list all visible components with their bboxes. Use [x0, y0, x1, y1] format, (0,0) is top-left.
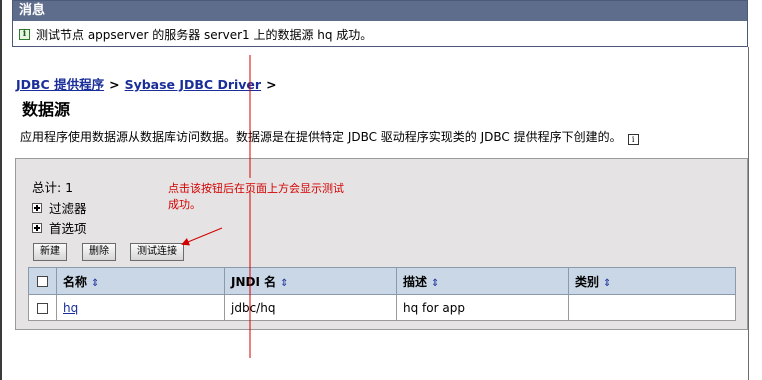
plus-icon [32, 222, 42, 233]
sort-icon[interactable]: ⇕ [603, 278, 611, 289]
right-border [748, 47, 749, 380]
preferences-label: 首选项 [49, 221, 87, 236]
help-icon[interactable]: i [627, 134, 639, 145]
datasource-table: 名称 ⇕ JNDI 名 ⇕ 描述 ⇕ 类别 ⇕ hq jdbc/hq hq for ap… [28, 267, 736, 321]
message-box: 消息 i 测试节点 appserver 的服务器 server1 上的数据源 h… [12, 0, 748, 47]
page-title: 数据源 [22, 100, 71, 119]
left-border [0, 0, 2, 380]
sort-icon[interactable]: ⇕ [431, 278, 439, 289]
column-label: 描述 [403, 274, 428, 289]
row-select-cell [28, 294, 57, 321]
breadcrumb-sybase-driver[interactable]: Sybase JDBC Driver [125, 77, 262, 92]
test-connection-button[interactable]: 测试连接 [130, 243, 184, 261]
datasource-link[interactable]: hq [63, 301, 78, 315]
table-header-row: 名称 ⇕ JNDI 名 ⇕ 描述 ⇕ 类别 ⇕ [28, 267, 736, 295]
select-all-header [28, 267, 57, 295]
preferences-expander[interactable]: 首选项 [32, 218, 87, 237]
sort-icon[interactable]: ⇕ [280, 278, 288, 289]
message-text: 测试节点 appserver 的服务器 server1 上的数据源 hq 成功。 [36, 27, 373, 42]
row-checkbox[interactable] [37, 302, 48, 314]
breadcrumb: JDBC 提供程序 > Sybase JDBC Driver > [16, 74, 282, 93]
column-label: JNDI 名 [231, 274, 277, 289]
annotation-line-1: 点击该按钮后在页面上方会显示测试 [168, 182, 344, 195]
category-cell [568, 294, 736, 321]
jndi-cell: jdbc/hq [224, 294, 397, 321]
sort-icon[interactable]: ⇕ [91, 278, 99, 289]
delete-button[interactable]: 删除 [82, 243, 116, 261]
breadcrumb-separator: > [266, 77, 277, 92]
plus-icon [32, 202, 42, 213]
table-row: hq jdbc/hq hq for app [28, 294, 736, 321]
filter-expander[interactable]: 过滤器 [32, 198, 87, 217]
name-cell: hq [56, 294, 225, 321]
info-icon: i [19, 28, 30, 40]
column-label: 类别 [575, 274, 600, 289]
select-all-checkbox[interactable] [37, 276, 48, 287]
message-header: 消息 [13, 1, 747, 21]
annotation-line-2: 成功。 [168, 198, 201, 211]
message-body: i 测试节点 appserver 的服务器 server1 上的数据源 hq 成… [13, 21, 747, 47]
page-description: 应用程序使用数据源从数据库访问数据。数据源是在提供特定 JDBC 驱动程序实现类… [20, 128, 639, 145]
datasource-panel: 总计: 1 过滤器 首选项 新建 删除 测试连接 点击该按钮后在页面上方会显示测… [15, 158, 748, 330]
column-header-name[interactable]: 名称 ⇕ [56, 267, 225, 295]
annotation-note: 点击该按钮后在页面上方会显示测试 成功。 [168, 181, 368, 213]
breadcrumb-jdbc-providers[interactable]: JDBC 提供程序 [16, 77, 104, 92]
column-label: 名称 [63, 274, 88, 289]
column-header-jndi[interactable]: JNDI 名 ⇕ [224, 267, 397, 295]
breadcrumb-separator: > [109, 77, 120, 92]
column-header-category[interactable]: 类别 ⇕ [568, 267, 736, 295]
total-count: 总计: 1 [32, 180, 74, 195]
column-header-description[interactable]: 描述 ⇕ [396, 267, 569, 295]
description-text: 应用程序使用数据源从数据库访问数据。数据源是在提供特定 JDBC 驱动程序实现类… [20, 130, 622, 144]
filter-label: 过滤器 [49, 201, 87, 216]
new-button[interactable]: 新建 [33, 243, 67, 261]
description-cell: hq for app [396, 294, 569, 321]
